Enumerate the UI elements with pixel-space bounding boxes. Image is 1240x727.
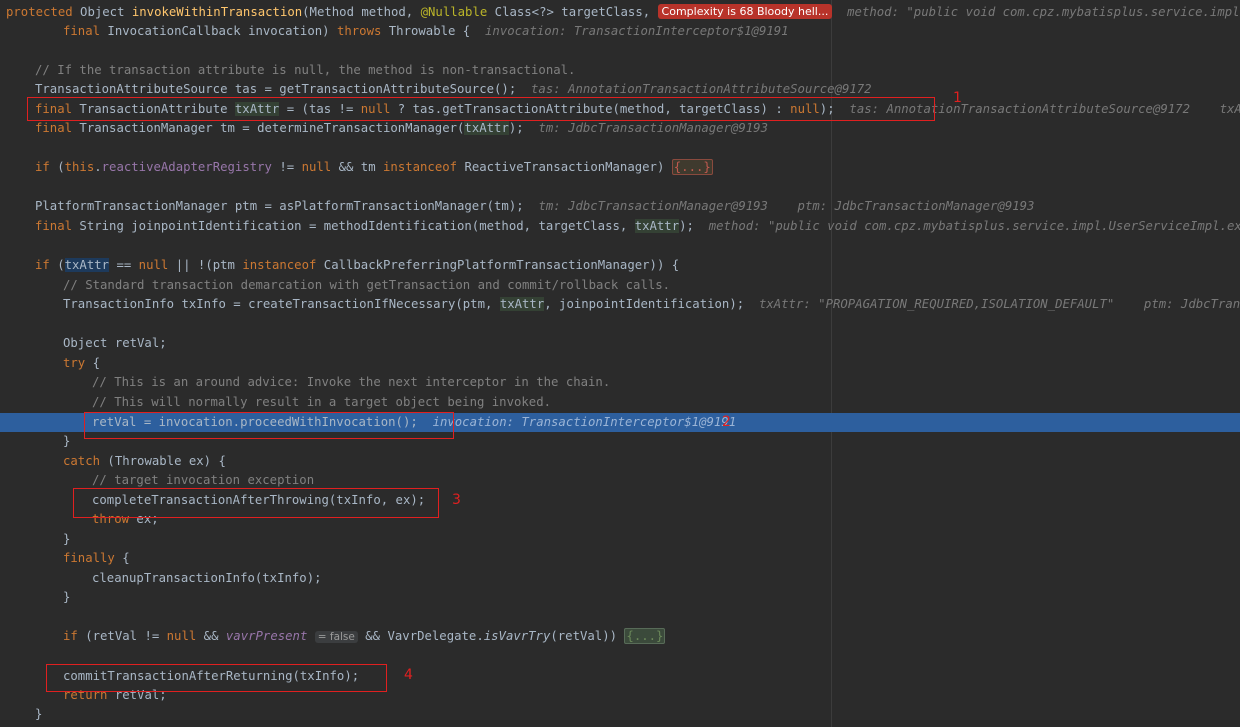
keyword: final	[35, 219, 73, 233]
code-text: Class<?> targetClass,	[487, 5, 651, 19]
code-line: try {	[63, 354, 1240, 373]
code-text: TransactionAttributeSource tas = getTran…	[35, 82, 517, 96]
code-text: .	[94, 160, 102, 174]
annotation-number: 3	[452, 492, 461, 508]
keyword: final	[63, 24, 101, 38]
keyword: instanceof	[383, 160, 458, 174]
code-line-method-signature: protected Object invokeWithinTransaction…	[6, 3, 1240, 22]
code-text: {	[114, 551, 130, 565]
variable-usage: txAttr	[64, 258, 110, 272]
code-text: !=	[271, 160, 302, 174]
debug-value: tm: JdbcTransactionManager@9193	[538, 121, 768, 135]
code-line: final String joinpointIdentification = m…	[35, 217, 1240, 236]
code-line: }	[63, 532, 71, 546]
keyword: try	[63, 356, 86, 370]
debug-value: tas: AnnotationTransactionAttributeSourc…	[531, 82, 872, 96]
code-text: TransactionInfo txInfo = createTransacti…	[63, 297, 500, 311]
keyword: if	[35, 160, 50, 174]
annotation-box	[46, 664, 387, 692]
code-text: {	[85, 356, 101, 370]
keyword: null	[138, 258, 169, 272]
debug-value: txAttr: "PROPAGATION_REQUIRED,ISOLATION_…	[758, 297, 1240, 311]
code-text: (	[49, 160, 65, 174]
keyword: catch	[63, 454, 101, 468]
annotation: @Nullable	[420, 5, 488, 19]
code-line: TransactionInfo txInfo = createTransacti…	[63, 295, 1240, 314]
code-text: );	[508, 121, 524, 135]
code-text: ReactiveTransactionManager)	[457, 160, 672, 174]
code-text: , joinpointIdentification);	[544, 297, 745, 311]
annotation-number: 2	[722, 414, 731, 430]
code-editor[interactable]: protected Object invokeWithinTransaction…	[0, 0, 1240, 727]
code-text: CallbackPreferringPlatformTransactionMan…	[316, 258, 680, 272]
code-text: (	[49, 258, 65, 272]
debug-value: invocation: TransactionInterceptor$1@919…	[485, 24, 789, 38]
keyword: final	[35, 121, 73, 135]
annotation-box	[27, 97, 935, 121]
code-line: PlatformTransactionManager ptm = asPlatf…	[35, 197, 1240, 216]
method-name: invokeWithinTransaction	[131, 5, 303, 19]
variable-usage: txAttr	[464, 121, 509, 135]
code-text: PlatformTransactionManager ptm = asPlatf…	[35, 199, 524, 213]
code-text: (Throwable ex) {	[100, 454, 226, 468]
debug-value: tm: JdbcTransactionManager@9193 ptm: Jdb…	[538, 199, 1035, 213]
code-line: finally {	[63, 549, 1240, 568]
annotation-box	[73, 488, 439, 518]
code-line: }	[35, 707, 43, 721]
code-line: final InvocationCallback invocation) thr…	[63, 22, 1240, 41]
keyword: if	[35, 258, 50, 272]
code-text: &&	[196, 629, 226, 643]
inline-value-hint: = false	[314, 631, 358, 643]
field: vavrPresent	[225, 629, 308, 643]
code-text: (retVal !=	[77, 629, 167, 643]
complexity-badge[interactable]: Complexity is 68 Bloody hell...	[657, 4, 833, 19]
annotation-number: 4	[404, 667, 413, 683]
annotation-box	[84, 412, 454, 439]
keyword: if	[63, 629, 78, 643]
code-comment: // This will normally result in a target…	[92, 395, 552, 409]
variable-usage: txAttr	[634, 219, 680, 233]
code-text: );	[679, 219, 694, 233]
keyword: finally	[63, 551, 115, 565]
code-comment: // If the transaction attribute is null,…	[35, 63, 576, 77]
code-line: if (txAttr == null || !(ptm instanceof C…	[35, 256, 1240, 275]
variable-usage: txAttr	[499, 297, 545, 311]
keyword: null	[301, 160, 332, 174]
code-line: cleanupTransactionInfo(txInfo);	[92, 571, 322, 585]
code-line: }	[63, 590, 71, 604]
code-line: final TransactionManager tm = determineT…	[35, 119, 1240, 138]
keyword: this	[64, 160, 95, 174]
code-text: (retVal))	[550, 629, 625, 643]
static-method: isVavrTry	[483, 629, 551, 643]
code-text: (Method method,	[302, 5, 421, 19]
annotation-number: 1	[953, 90, 962, 106]
code-comment: // This is an around advice: Invoke the …	[92, 375, 611, 389]
code-line: if (this.reactiveAdapterRegistry != null…	[35, 158, 1240, 177]
code-text: ==	[109, 258, 139, 272]
code-text: InvocationCallback invocation)	[100, 24, 337, 38]
debug-value: method: "public void com.cpz.mybatisplus…	[708, 219, 1240, 233]
folded-code-block[interactable]: {...}	[671, 159, 713, 175]
keyword: throws	[336, 24, 382, 38]
code-text: && tm	[331, 160, 384, 174]
code-line: Object retVal;	[63, 336, 167, 350]
debug-value: invocation: TransactionInterceptor$1@919…	[432, 415, 737, 429]
code-text: || !(ptm	[168, 258, 243, 272]
folded-code-block[interactable]: {...}	[624, 628, 666, 644]
debug-value: method: "public void com.cpz.mybatisplus…	[847, 5, 1240, 19]
code-text: TransactionManager tm = determineTransac…	[72, 121, 465, 135]
keyword: protected	[6, 5, 73, 19]
code-comment: // Standard transaction demarcation with…	[63, 278, 671, 292]
code-text: Throwable {	[381, 24, 471, 38]
field: reactiveAdapterRegistry	[101, 160, 272, 174]
type: Object	[80, 5, 125, 19]
code-line: catch (Throwable ex) {	[63, 452, 1240, 471]
code-text: && VavrDelegate.	[357, 629, 484, 643]
code-line: if (retVal != null && vavrPresent = fals…	[63, 627, 1240, 646]
code-text: String joinpointIdentification = methodI…	[72, 219, 635, 233]
keyword: null	[166, 629, 197, 643]
keyword: instanceof	[242, 258, 317, 272]
